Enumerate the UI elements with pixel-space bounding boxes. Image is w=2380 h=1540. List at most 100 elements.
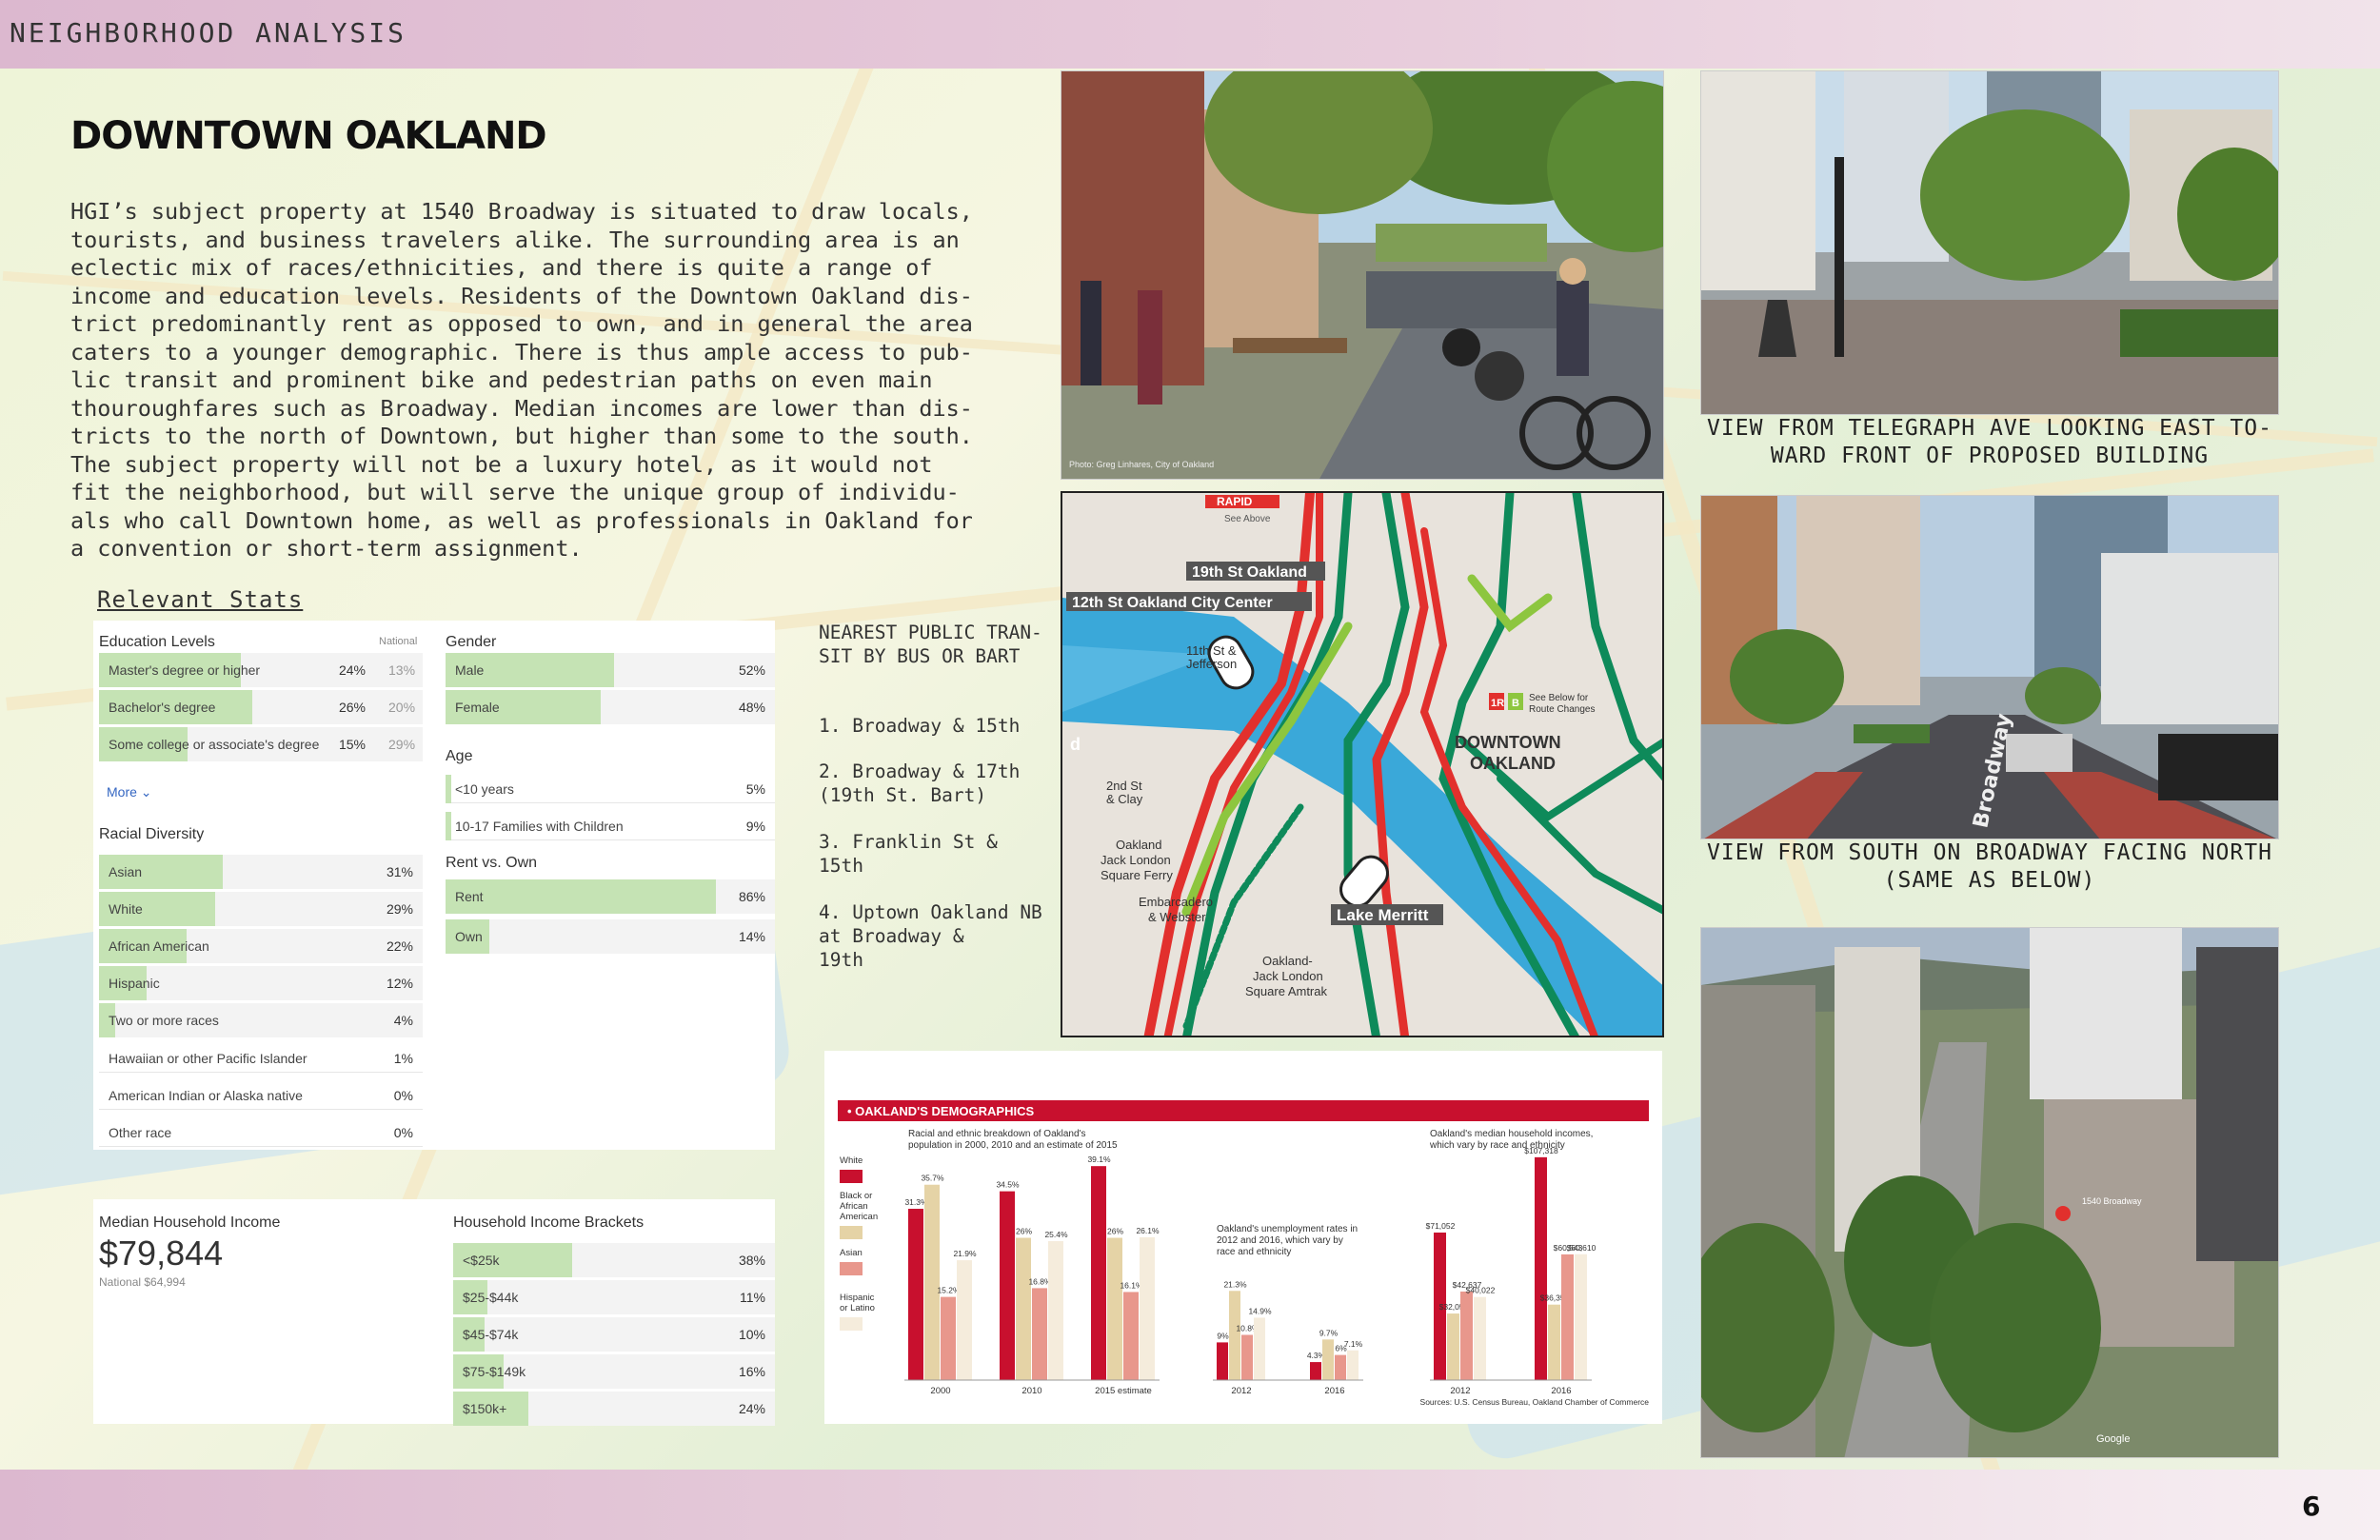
stat-label: Some college or associate's degree bbox=[109, 737, 320, 752]
stat-percent: 0% bbox=[393, 1125, 413, 1140]
stat-percent: 48% bbox=[738, 700, 765, 715]
national-label: National bbox=[379, 636, 418, 647]
stat-percent: 15% bbox=[338, 737, 366, 752]
stat-row: <10 years 5% bbox=[446, 775, 775, 803]
bar bbox=[1229, 1291, 1240, 1380]
svg-text:Jack London: Jack London bbox=[1101, 853, 1171, 867]
intro-paragraph: HGI’s subject property at 1540 Broadway … bbox=[70, 198, 973, 562]
stat-row: Hawaiian or other Pacific Islander 1% bbox=[99, 1044, 423, 1073]
age-heading: Age bbox=[446, 748, 473, 764]
category-label: 2010 bbox=[1021, 1386, 1041, 1396]
stat-label: Other race bbox=[109, 1125, 172, 1140]
bar-label: $60,610 bbox=[1567, 1243, 1597, 1253]
income-value: $79,844 bbox=[99, 1234, 224, 1273]
bar bbox=[1575, 1254, 1587, 1380]
map-label-amtrak: Oakland- bbox=[1262, 954, 1313, 968]
stat-row: Male 52% bbox=[446, 653, 775, 687]
category-label: 2012 bbox=[1450, 1386, 1470, 1396]
more-link[interactable]: More ⌄ bbox=[107, 784, 152, 800]
stat-row: Hispanic 12% bbox=[99, 966, 423, 1000]
map-label-11th: 11th St & bbox=[1186, 643, 1237, 658]
map-label-downtown: DOWNTOWN bbox=[1455, 733, 1561, 752]
stat-row: 10-17 Families with Children 9% bbox=[446, 812, 775, 840]
category-label: 2015 estimate bbox=[1095, 1386, 1152, 1396]
telegraph-caption: VIEW FROM TELEGRAPH AVE LOOKING EAST TO-… bbox=[1707, 416, 2272, 468]
legend-swatch bbox=[840, 1317, 863, 1331]
map-label-2nd: 2nd St bbox=[1106, 779, 1142, 793]
broadway-photo: Broadway bbox=[1700, 495, 2279, 839]
stat-label: White bbox=[109, 901, 143, 917]
aerial-address-label: 1540 Broadway bbox=[2082, 1196, 2142, 1206]
stat-percent: 14% bbox=[738, 929, 765, 944]
rent-own-heading: Rent vs. Own bbox=[446, 855, 538, 871]
legend-swatch bbox=[840, 1226, 863, 1239]
bar-label: 14.9% bbox=[1248, 1306, 1272, 1315]
brackets-heading: Household Income Brackets bbox=[453, 1214, 645, 1231]
stat-national: 29% bbox=[388, 737, 416, 752]
bar bbox=[1107, 1237, 1122, 1380]
stat-label: $75-$149k bbox=[463, 1364, 526, 1379]
income-national: National $64,994 bbox=[99, 1275, 186, 1289]
stat-percent: 12% bbox=[386, 976, 413, 991]
stat-row: Female 48% bbox=[446, 690, 775, 724]
transit-map: RAPID See Above 19th St Oakland 12th St … bbox=[1061, 491, 1664, 1037]
transit-item-1: 1. Broadway & 15th bbox=[819, 715, 1021, 737]
stat-row: $45-$74k 10% bbox=[453, 1317, 775, 1352]
stat-bar-fill bbox=[446, 879, 716, 914]
stat-label: <10 years bbox=[455, 781, 514, 797]
stat-label: Asian bbox=[109, 864, 143, 879]
svg-text:OAKLAND: OAKLAND bbox=[1470, 754, 1556, 773]
stat-label: American Indian or Alaska native bbox=[109, 1088, 303, 1103]
stat-label: $45-$74k bbox=[463, 1327, 519, 1342]
stat-row: American Indian or Alaska native 0% bbox=[99, 1081, 423, 1110]
stat-percent: 26% bbox=[338, 700, 366, 715]
income-panel: Median Household Income $79,844 National… bbox=[93, 1199, 775, 1426]
chart-source: Sources: U.S. Census Bureau, Oakland Cha… bbox=[1420, 1397, 1650, 1407]
legend-label: or Latino bbox=[840, 1303, 875, 1313]
stat-percent: 38% bbox=[738, 1253, 765, 1268]
stat-row: Some college or associate's degree 15% 29% bbox=[99, 727, 423, 761]
income-heading: Median Household Income bbox=[99, 1214, 281, 1231]
chart-subtitle: Oakland's unemployment rates in bbox=[1217, 1224, 1358, 1234]
aerial-photo: 1540 Broadway Google bbox=[1700, 927, 2279, 1458]
stat-label: Two or more races bbox=[109, 1013, 219, 1028]
legend-label: American bbox=[840, 1212, 878, 1222]
stat-percent: 9% bbox=[745, 819, 765, 834]
svg-text:Jack London: Jack London bbox=[1253, 969, 1323, 983]
stat-row: $150k+ 24% bbox=[453, 1392, 775, 1426]
bar-label: 7.1% bbox=[1344, 1339, 1363, 1349]
bar bbox=[1032, 1288, 1047, 1380]
stat-label: Hawaiian or other Pacific Islander bbox=[109, 1051, 307, 1066]
stat-label: Female bbox=[455, 700, 500, 715]
bar-label: $107,318 bbox=[1524, 1146, 1558, 1155]
bar-label: $40,022 bbox=[1466, 1286, 1496, 1295]
street-photo: Photo: Greg Linhares, City of Oakland bbox=[1061, 70, 1664, 480]
legend-label: Asian bbox=[840, 1248, 863, 1258]
chart-subtitle: Oakland's median household incomes, bbox=[1430, 1129, 1593, 1139]
svg-text:B: B bbox=[1512, 698, 1519, 709]
map-label-lake-merritt: Lake Merritt bbox=[1337, 906, 1429, 924]
stat-percent: 10% bbox=[738, 1327, 765, 1342]
stat-row: $75-$149k 16% bbox=[453, 1354, 775, 1389]
transit-heading: NEAREST PUBLIC TRAN- SIT BY BUS OR BART bbox=[819, 622, 1042, 667]
bar bbox=[1140, 1236, 1155, 1380]
bar bbox=[1091, 1166, 1106, 1380]
svg-text:Route Changes: Route Changes bbox=[1529, 704, 1596, 715]
stat-percent: 11% bbox=[740, 1290, 765, 1305]
chart-title: • OAKLAND'S DEMOGRAPHICS bbox=[847, 1104, 1034, 1118]
stat-label: Male bbox=[455, 662, 485, 678]
chart-subtitle: 2012 and 2016, which vary by bbox=[1217, 1235, 1343, 1246]
photo-credit: Photo: Greg Linhares, City of Oakland bbox=[1069, 460, 1215, 469]
map-label-12th: 12th St Oakland City Center bbox=[1072, 595, 1273, 611]
transit-item-4: 4. Uptown Oakland NB at Broadway & 19th bbox=[819, 901, 1042, 971]
category-label: 2000 bbox=[930, 1386, 950, 1396]
bar bbox=[1474, 1296, 1486, 1380]
bar-label: 9% bbox=[1217, 1331, 1229, 1340]
stat-label: Bachelor's degree bbox=[109, 700, 216, 715]
bar bbox=[1241, 1334, 1253, 1380]
svg-text:Square Ferry: Square Ferry bbox=[1101, 868, 1173, 882]
bar-label: 39.1% bbox=[1087, 1155, 1111, 1164]
stat-label: Rent bbox=[455, 889, 484, 904]
bar-label: 26% bbox=[1016, 1227, 1032, 1236]
bar bbox=[957, 1260, 972, 1380]
